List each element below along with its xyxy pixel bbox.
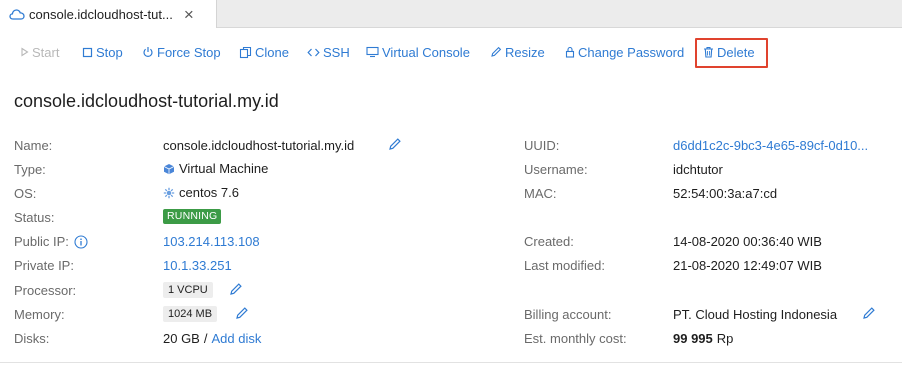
mac-value: 52:54:00:3a:a7:cd bbox=[673, 186, 778, 201]
type-text: Virtual Machine bbox=[179, 161, 269, 176]
processor-value: 1 VCPU bbox=[163, 282, 213, 298]
trash-icon bbox=[703, 46, 714, 58]
username-value: idchtutor bbox=[673, 162, 723, 177]
monitor-icon bbox=[366, 46, 379, 58]
edit-name-pencil-icon[interactable] bbox=[388, 137, 402, 151]
edit-memory-pencil-icon[interactable] bbox=[235, 306, 249, 320]
edit-billing-pencil-icon[interactable] bbox=[862, 306, 876, 320]
os-text: centos 7.6 bbox=[179, 185, 239, 200]
uuid-link[interactable]: d6dd1c2c-9bc3-4e65-89cf-0d10... bbox=[673, 138, 868, 153]
power-icon bbox=[142, 46, 154, 58]
private-ip-label: Private IP: bbox=[14, 258, 74, 273]
type-value: Virtual Machine bbox=[163, 161, 268, 176]
code-icon bbox=[307, 47, 320, 58]
mac-label: MAC: bbox=[524, 186, 557, 201]
tab-title: console.idcloudhost-tut... bbox=[29, 6, 173, 22]
uuid-label: UUID: bbox=[524, 138, 560, 153]
created-label: Created: bbox=[524, 234, 574, 249]
change-password-label: Change Password bbox=[578, 44, 685, 60]
monthly-cost-label: Est. monthly cost: bbox=[524, 331, 627, 346]
copy-icon bbox=[239, 46, 252, 59]
virtual-console-label: Virtual Console bbox=[382, 44, 470, 60]
disks-label: Disks: bbox=[14, 331, 50, 346]
stop-label: Stop bbox=[96, 44, 123, 60]
lock-icon bbox=[565, 46, 575, 58]
memory-chip: 1024 MB bbox=[163, 306, 218, 322]
type-label: Type: bbox=[14, 162, 46, 177]
delete-button[interactable]: Delete bbox=[703, 43, 755, 61]
cloud-icon bbox=[9, 7, 25, 21]
info-icon[interactable] bbox=[74, 234, 88, 249]
page-title: console.idcloudhost-tutorial.my.id bbox=[14, 91, 279, 111]
centos-icon bbox=[163, 187, 175, 199]
public-ip-label-row: Public IP: bbox=[14, 234, 88, 249]
os-label: OS: bbox=[14, 186, 37, 201]
name-label: Name: bbox=[14, 138, 53, 153]
memory-label: Memory: bbox=[14, 307, 65, 322]
tab-bar: console.idcloudhost-tut... × bbox=[0, 0, 902, 28]
pencil-icon bbox=[490, 46, 502, 58]
private-ip-link[interactable]: 10.1.33.251 bbox=[163, 258, 232, 273]
tab-console[interactable]: console.idcloudhost-tut... × bbox=[0, 0, 217, 28]
monthly-cost-value: 99 995 Rp bbox=[673, 331, 733, 346]
monthly-cost-amount: 99 995 bbox=[673, 331, 713, 346]
status-badge: RUNNING bbox=[163, 209, 222, 224]
last-modified-label: Last modified: bbox=[524, 258, 605, 273]
billing-account-label: Billing account: bbox=[524, 307, 612, 322]
force-stop-button[interactable]: Force Stop bbox=[142, 43, 221, 61]
public-ip-label: Public IP: bbox=[14, 234, 69, 249]
clone-label: Clone bbox=[255, 44, 289, 60]
action-toolbar: Start Stop Force Stop Clone SSH Virtual … bbox=[0, 28, 902, 74]
ssh-button[interactable]: SSH bbox=[307, 43, 350, 61]
start-label: Start bbox=[32, 44, 60, 60]
created-value: 14-08-2020 00:36:40 WIB bbox=[673, 234, 822, 249]
play-icon bbox=[20, 47, 29, 57]
bottom-divider bbox=[0, 362, 902, 363]
clone-button[interactable]: Clone bbox=[239, 43, 289, 61]
stop-icon bbox=[82, 47, 93, 58]
os-value: centos 7.6 bbox=[163, 185, 239, 200]
memory-value: 1024 MB bbox=[163, 306, 218, 322]
status-label: Status: bbox=[14, 210, 55, 225]
disks-value: 20 GB / Add disk bbox=[163, 331, 261, 346]
resize-button[interactable]: Resize bbox=[490, 43, 545, 61]
start-button[interactable]: Start bbox=[20, 43, 59, 61]
last-modified-value: 21-08-2020 12:49:07 WIB bbox=[673, 258, 822, 273]
ssh-label: SSH bbox=[323, 44, 350, 60]
disks-size: 20 GB bbox=[163, 331, 200, 346]
change-password-button[interactable]: Change Password bbox=[565, 43, 684, 61]
username-label: Username: bbox=[524, 162, 588, 177]
monthly-cost-currency: Rp bbox=[716, 331, 734, 346]
status-value: RUNNING bbox=[163, 209, 222, 224]
billing-account-value: PT. Cloud Hosting Indonesia bbox=[673, 307, 838, 322]
add-disk-link[interactable]: Add disk bbox=[211, 331, 261, 346]
force-stop-label: Force Stop bbox=[157, 44, 221, 60]
edit-processor-pencil-icon[interactable] bbox=[229, 282, 243, 296]
processor-label: Processor: bbox=[14, 283, 77, 298]
processor-chip: 1 VCPU bbox=[163, 282, 213, 298]
virtual-console-button[interactable]: Virtual Console bbox=[366, 43, 470, 61]
cube-icon bbox=[163, 163, 175, 175]
name-value: console.idcloudhost-tutorial.my.id bbox=[163, 138, 355, 153]
public-ip-link[interactable]: 103.214.113.108 bbox=[163, 234, 260, 249]
stop-button[interactable]: Stop bbox=[82, 43, 123, 61]
resize-label: Resize bbox=[505, 44, 545, 60]
delete-label: Delete bbox=[717, 44, 755, 60]
disks-separator: / bbox=[203, 331, 208, 346]
tab-close-icon[interactable]: × bbox=[184, 6, 194, 23]
